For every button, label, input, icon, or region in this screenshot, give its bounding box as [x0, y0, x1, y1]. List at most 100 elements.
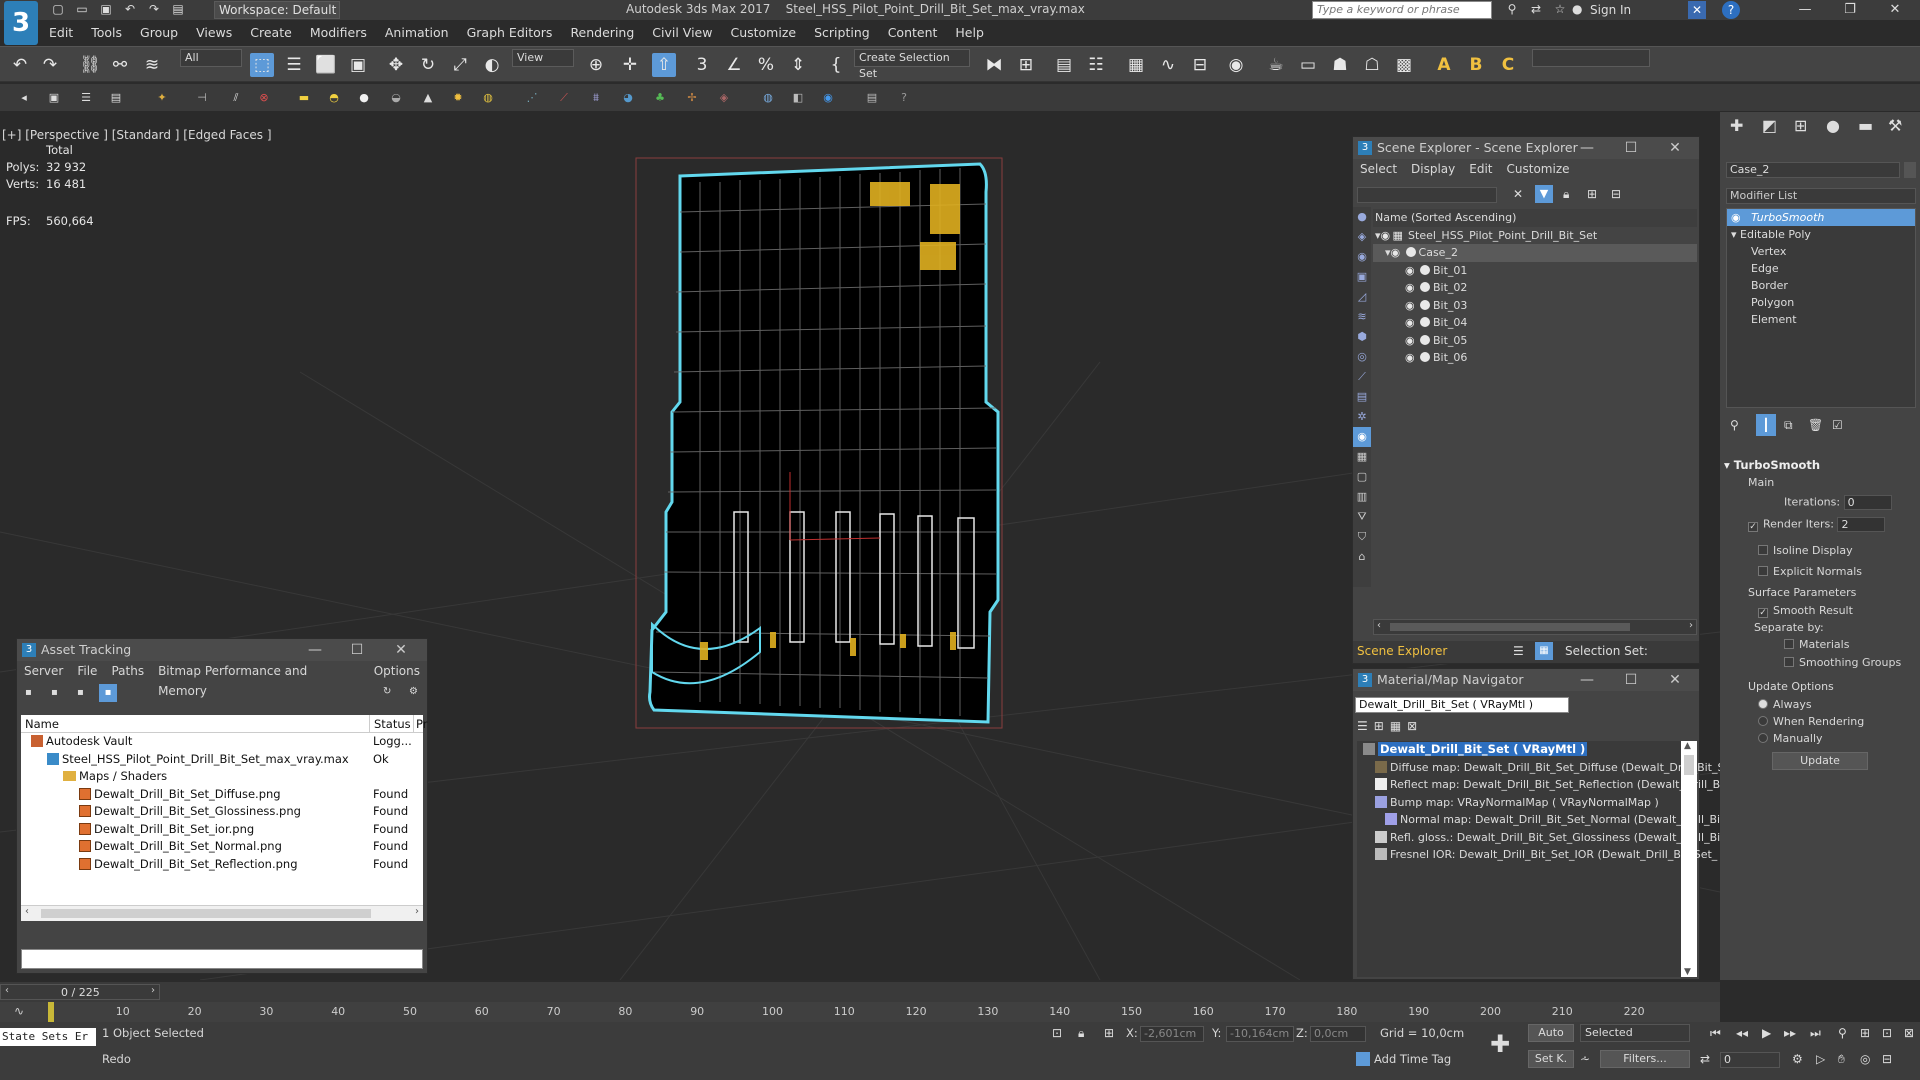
filter-shapes-icon[interactable]: ◈ — [1353, 227, 1371, 247]
viewport-label[interactable]: [+] [Perspective ] [Standard ] [Edged Fa… — [2, 128, 272, 142]
scene-tree-item-case[interactable]: ▾◉ Case_2 — [1373, 244, 1697, 262]
restore-icon[interactable]: ❐ — [1835, 2, 1865, 17]
asset-tracking-titlebar[interactable]: 3 Asset Tracking — ☐ ✕ — [17, 639, 427, 661]
vray-sphere-icon[interactable]: ● — [356, 90, 372, 106]
object-name-field[interactable]: Case_2 — [1726, 162, 1900, 178]
absolute-mode-icon[interactable]: ⊞ — [1104, 1026, 1114, 1040]
menu-content[interactable]: Content — [879, 23, 947, 43]
col-name[interactable]: Name — [25, 715, 59, 733]
object-color-swatch[interactable] — [1904, 162, 1916, 178]
vray-frame-icon[interactable]: ▤ — [864, 90, 880, 106]
maximize-icon[interactable]: ☐ — [1617, 669, 1645, 691]
hierarchy-mode-icon[interactable]: ▦ — [1535, 642, 1553, 660]
visibility-eye-icon[interactable]: ◉ — [1381, 227, 1393, 245]
toolbar2-grid-icon[interactable]: ▤ — [108, 90, 124, 106]
play-icon[interactable]: ▶ — [1762, 1026, 1771, 1040]
render-setup-icon[interactable]: ☕ — [1264, 53, 1288, 77]
maxscript-listener[interactable]: State Sets Er — [0, 1028, 96, 1046]
filter-funnel-icon[interactable]: ⛛ — [1353, 507, 1371, 527]
go-to-start-icon[interactable]: ⏮ — [1710, 1026, 1721, 1041]
scene-tree[interactable]: Name (Sorted Ascending) ▾◉ ▦ Steel_HSS_Pi… — [1373, 209, 1697, 367]
show-end-result-icon[interactable]: ┃ — [1756, 414, 1776, 436]
material-map-row[interactable]: Refl. gloss.: Dewalt_Drill_Bit_Set_Gloss… — [1357, 829, 1725, 847]
col-pr[interactable]: Pr — [413, 715, 427, 733]
placement-icon[interactable]: ◐ — [480, 53, 504, 77]
go-to-end-icon[interactable]: ⏭ — [1810, 1026, 1821, 1041]
rotate-icon[interactable]: ↻ — [416, 53, 440, 77]
visibility-eye-icon[interactable]: ◉ — [1405, 262, 1417, 280]
filter-groups-icon[interactable]: ⬢ — [1353, 327, 1371, 347]
stack-subobject-element[interactable]: Element — [1727, 311, 1915, 328]
scene-explorer-titlebar[interactable]: 3 Scene Explorer - Scene Explorer — ☐ ✕ — [1353, 137, 1699, 159]
next-frame-icon[interactable]: › — [151, 985, 155, 996]
filter-all-icon[interactable]: ▦ — [1353, 447, 1371, 467]
expand-icon[interactable]: ▾ — [1731, 228, 1737, 241]
vray-decal-icon[interactable]: ✢ — [684, 90, 700, 106]
redo-icon[interactable]: ↷ — [146, 2, 162, 16]
stack-subobject-border[interactable]: Border — [1727, 277, 1915, 294]
menu-select[interactable]: Select — [1353, 159, 1404, 179]
exchange-apps-icon[interactable]: ✕ — [1688, 1, 1706, 19]
vray-sphere2-icon[interactable]: ◍ — [760, 90, 776, 106]
layers-icon[interactable]: ☰ — [1513, 644, 1524, 658]
menu-paths[interactable]: Paths — [104, 661, 151, 681]
material-map-row[interactable]: Reflect map: Dewalt_Drill_Bit_Set_Reflec… — [1357, 776, 1723, 794]
track-bar[interactable]: ∿ 10 20 30 40 50 60 70 80 90 100 110 120 130 140 150 16… — [0, 1002, 1720, 1022]
material-root[interactable]: Dewalt_Drill_Bit_Set ( VRayMtl ) — [1357, 741, 1697, 759]
view-large-icons-icon[interactable]: ⊠ — [1407, 719, 1417, 733]
scene-tree-header[interactable]: Name (Sorted Ascending) — [1373, 209, 1697, 227]
utilities-tab-icon[interactable]: ⚒ — [1888, 116, 1902, 135]
link-icon[interactable]: ⛓ — [78, 53, 102, 77]
field-of-view-icon[interactable]: ▷ — [1816, 1052, 1825, 1066]
scroll-down-icon[interactable]: ▼ — [1684, 967, 1691, 977]
mirror-icon[interactable]: ⧓ — [982, 53, 1006, 77]
ribbon-icon[interactable]: ▦ — [1124, 53, 1148, 77]
view-list-thumbs-icon[interactable]: ⊞ — [1374, 719, 1384, 733]
stack-subobject-polygon[interactable]: Polygon — [1727, 294, 1915, 311]
undo-icon[interactable]: ↶ — [122, 2, 138, 16]
menu-create[interactable]: Create — [241, 23, 301, 43]
when-rendering-radio[interactable] — [1758, 716, 1768, 726]
menu-bitmap-performance[interactable]: Bitmap Performance and Memory — [151, 661, 367, 698]
vray-dome-icon[interactable]: ◓ — [326, 90, 342, 106]
modifier-stack[interactable]: ◉ TurboSmooth ▾ Editable Poly Vertex Edg… — [1726, 208, 1916, 408]
asset-row[interactable]: Dewalt_Drill_Bit_Set_ior.png Found — [21, 821, 423, 839]
filter-icon[interactable]: ▼ — [1535, 185, 1553, 203]
help-icon[interactable]: ? — [1722, 1, 1740, 19]
materials-checkbox[interactable] — [1784, 639, 1794, 649]
motion-tab-icon[interactable]: ● — [1826, 116, 1840, 135]
list-view-icon[interactable]: ▪ — [51, 687, 63, 699]
view-small-icons-icon[interactable]: ▦ — [1390, 719, 1401, 733]
filter-geometry-icon[interactable]: ● — [1353, 207, 1371, 227]
filter-frozen-icon[interactable]: ✲ — [1353, 407, 1371, 427]
filter-hidden-icon[interactable]: ◉ — [1353, 427, 1371, 447]
menu-edit[interactable]: Edit — [40, 23, 82, 43]
hierarchy-tab-icon[interactable]: ⊞ — [1794, 116, 1807, 135]
iterations-spinner[interactable]: 0 — [1843, 495, 1892, 510]
unlink-icon[interactable]: ⚯ — [108, 53, 132, 77]
exchange-icon[interactable]: ⇄ — [1528, 2, 1544, 16]
scene-tree-item-bit[interactable]: ◉ Bit_03 — [1373, 297, 1697, 315]
workspace-dropdown[interactable]: Workspace: Default — [214, 1, 340, 19]
asset-row-scene-file[interactable]: Steel_HSS_Pilot_Point_Drill_Bit_Set_max_… — [21, 751, 423, 769]
angle-snap-icon[interactable]: ∠ — [722, 53, 746, 77]
vray-globe-icon[interactable]: ◕ — [620, 90, 636, 106]
material-map-row[interactable]: Bump map: VRayNormalMap ( VRayNormalMap … — [1357, 794, 1697, 812]
menu-options[interactable]: Options — [367, 661, 427, 681]
select-manipulate-icon[interactable]: ✛ — [618, 53, 642, 77]
scene-tree-item-bit[interactable]: ◉ Bit_02 — [1373, 279, 1697, 297]
layer-explorer-icon[interactable]: ☷ — [1084, 53, 1108, 77]
rectangular-selection-icon[interactable]: ⬜ — [314, 53, 338, 77]
toolbar2-red-icon[interactable]: ⊗ — [256, 90, 272, 106]
scene-explorer-label[interactable]: Scene Explorer — [1357, 644, 1447, 658]
keyboard-shortcut-override-icon[interactable]: ⇧ — [652, 53, 676, 77]
toolbar2-save-icon[interactable]: ▣ — [46, 90, 62, 106]
filter-funnel2-icon[interactable]: ⛉ — [1353, 527, 1371, 547]
curve-editor-mini-icon[interactable]: ∿ — [14, 1004, 24, 1018]
zoom-extents-icon[interactable]: ⊡ — [1882, 1026, 1892, 1040]
asset-list[interactable]: Name Status Pr Autodesk Vault Logg... Ste… — [21, 715, 427, 921]
pivot-center-icon[interactable]: ⊕ — [584, 53, 608, 77]
toolbar2-light-icon[interactable]: ✦ — [154, 90, 170, 106]
toolbar2-align-icon[interactable]: ⊣ — [194, 90, 210, 106]
filter-cameras-icon[interactable]: ▣ — [1353, 267, 1371, 287]
